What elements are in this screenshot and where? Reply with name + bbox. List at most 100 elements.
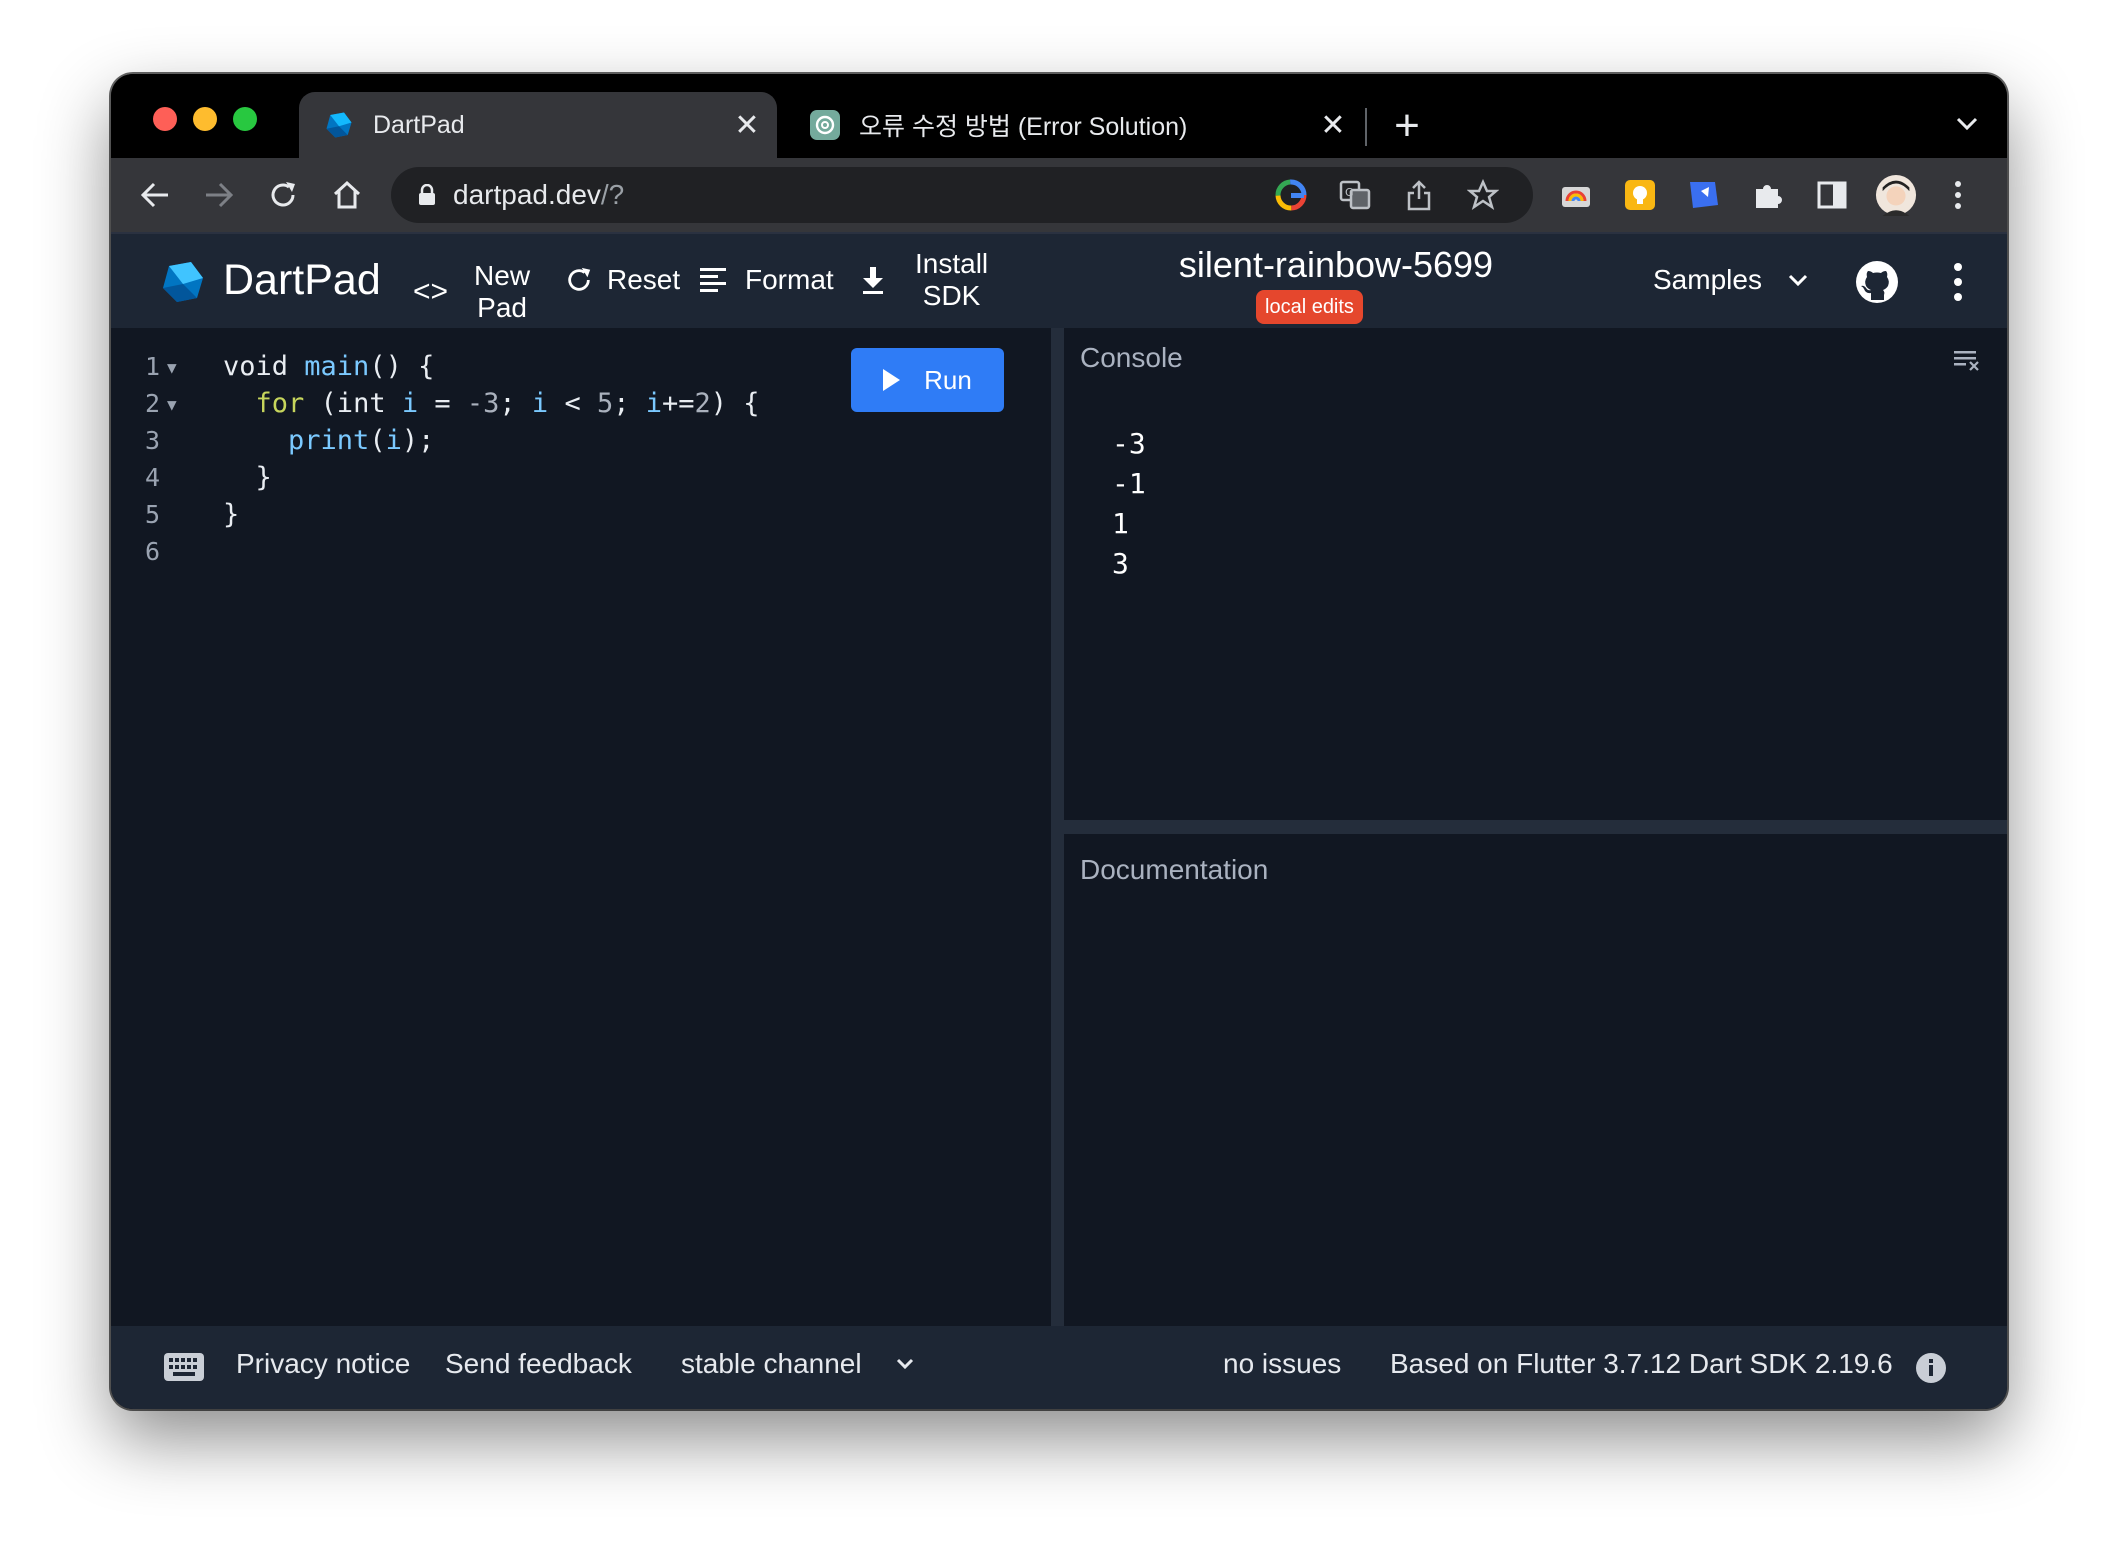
tab-error-solution[interactable]: 오류 수정 방법 (Error Solution) ✕: [791, 92, 1363, 158]
minimize-window-button[interactable]: [193, 107, 217, 131]
close-icon[interactable]: ✕: [1311, 108, 1355, 143]
keyboard-icon[interactable]: [163, 1352, 205, 1382]
line-number: 3: [111, 422, 193, 459]
line-number: 2 ▼: [111, 385, 193, 422]
format-align-icon: [700, 268, 726, 292]
more-options-icon[interactable]: [1943, 260, 1973, 304]
pad-name[interactable]: silent-rainbow-5699: [1161, 244, 1511, 286]
side-panel-icon[interactable]: [1811, 174, 1853, 216]
status-footer: Privacy notice Send feedback stable chan…: [111, 1326, 2007, 1409]
reload-icon[interactable]: [259, 171, 307, 219]
line-number-text: 4: [145, 463, 161, 492]
line-number-gutter: 1 ▼ 2 ▼ 3 4 5 6: [111, 348, 193, 570]
chevron-down-icon[interactable]: [1947, 104, 1987, 144]
extension-blue-icon[interactable]: [1683, 174, 1725, 216]
extension-bulb-icon[interactable]: [1619, 174, 1661, 216]
browser-toolbar: dartpad.dev/? G: [111, 158, 2007, 232]
code-line[interactable]: [223, 533, 760, 570]
format-button[interactable]: Format: [699, 264, 834, 296]
app-title: DartPad: [223, 256, 381, 304]
tab-title: DartPad: [373, 110, 465, 139]
vertical-splitter[interactable]: [1051, 328, 1064, 1326]
reset-label: Reset: [607, 264, 681, 295]
samples-dropdown[interactable]: Samples: [1653, 264, 1808, 296]
code-line[interactable]: print(i);: [223, 422, 760, 459]
extension-rainbow-icon[interactable]: [1555, 174, 1597, 216]
line-number: 5: [111, 496, 193, 533]
browser-window: DartPad ✕ 오류 수정 방법 (Error Solution) ✕ +: [111, 74, 2007, 1409]
github-icon[interactable]: [1855, 260, 1899, 304]
new-pad-label-line2: Pad: [477, 292, 527, 323]
fold-arrow-icon[interactable]: ▼: [167, 349, 177, 386]
line-number-text: 5: [145, 500, 161, 529]
chevron-down-icon: [1788, 274, 1807, 286]
close-icon[interactable]: ✕: [725, 108, 769, 143]
chatgpt-icon: [809, 109, 841, 141]
channel-dropdown[interactable]: stable channel: [681, 1348, 914, 1380]
tab-dartpad[interactable]: DartPad ✕: [299, 92, 777, 158]
info-icon[interactable]: [1915, 1352, 1947, 1384]
line-number-text: 2: [145, 389, 161, 418]
url-host: dartpad.dev: [453, 179, 601, 210]
play-icon: [883, 369, 901, 391]
reset-button[interactable]: Reset: [565, 264, 680, 296]
avatar[interactable]: [1875, 174, 1917, 216]
new-pad-button[interactable]: <> New Pad: [413, 260, 530, 324]
install-sdk-label-line1: Install: [915, 248, 989, 279]
status-badge: local edits: [1256, 290, 1363, 324]
share-icon[interactable]: [1399, 175, 1439, 215]
bookmark-star-icon[interactable]: [1463, 175, 1503, 215]
browser-menu-icon[interactable]: [1937, 174, 1979, 216]
line-number: 6: [111, 533, 193, 570]
google-icon[interactable]: [1271, 175, 1311, 215]
dart-logo-icon: [323, 109, 355, 141]
tab-separator: [1365, 108, 1367, 146]
line-number: 1 ▼: [111, 348, 193, 385]
line-number-text: 6: [145, 537, 161, 566]
install-sdk-button[interactable]: Install SDK: [861, 248, 988, 312]
horizontal-splitter[interactable]: [1064, 820, 2007, 834]
console-panel: Console -3 -1 1 3: [1064, 328, 2007, 820]
line-number-text: 3: [145, 426, 161, 455]
new-pad-label-line1: New: [474, 260, 531, 291]
code-lines[interactable]: void main() { for (int i = -3; i < 5; i+…: [223, 348, 760, 570]
home-icon[interactable]: [323, 171, 371, 219]
line-number: 4: [111, 459, 193, 496]
forward-arrow-icon[interactable]: [195, 171, 243, 219]
install-sdk-label-line2: SDK: [922, 280, 981, 311]
issues-status[interactable]: no issues: [1223, 1348, 1341, 1380]
console-title: Console: [1080, 342, 1183, 373]
line-number-text: 1: [145, 352, 161, 381]
translate-icon[interactable]: G: [1335, 175, 1375, 215]
run-button[interactable]: Run: [851, 348, 1004, 412]
puzzle-icon[interactable]: [1747, 174, 1789, 216]
back-arrow-icon[interactable]: [131, 171, 179, 219]
code-line[interactable]: for (int i = -3; i < 5; i+=2) {: [223, 385, 760, 422]
console-line: 3: [1112, 547, 1129, 580]
close-window-button[interactable]: [153, 107, 177, 131]
code-editor[interactable]: 1 ▼ 2 ▼ 3 4 5 6 void main() { for (int i =…: [111, 328, 1051, 1326]
code-line[interactable]: void main() {: [223, 348, 760, 385]
fold-arrow-icon[interactable]: ▼: [167, 386, 177, 423]
download-icon: [863, 267, 883, 294]
zoom-window-button[interactable]: [233, 107, 257, 131]
tab-strip: DartPad ✕ 오류 수정 방법 (Error Solution) ✕ +: [111, 74, 2007, 158]
channel-label: stable channel: [681, 1348, 862, 1379]
privacy-notice-link[interactable]: Privacy notice: [236, 1348, 410, 1380]
dartpad-header: DartPad <> New Pad Reset Format Install …: [111, 232, 2007, 328]
address-bar[interactable]: dartpad.dev/? G: [391, 167, 1533, 223]
lock-icon[interactable]: [413, 184, 441, 206]
refresh-icon: [568, 267, 591, 291]
install-sdk-label: Install SDK: [915, 248, 988, 312]
send-feedback-link[interactable]: Send feedback: [445, 1348, 632, 1380]
version-info: Based on Flutter 3.7.12 Dart SDK 2.19.6: [1390, 1348, 1893, 1379]
clear-console-icon[interactable]: [1952, 348, 1980, 372]
new-tab-button[interactable]: +: [1381, 100, 1433, 152]
code-line[interactable]: }: [223, 459, 760, 496]
console-line: 1: [1112, 507, 1129, 540]
code-line[interactable]: }: [223, 496, 760, 533]
new-pad-label: New Pad: [474, 260, 530, 324]
console-line: -3: [1112, 427, 1146, 460]
run-label: Run: [924, 364, 972, 395]
tab-title: 오류 수정 방법 (Error Solution): [859, 113, 1188, 141]
